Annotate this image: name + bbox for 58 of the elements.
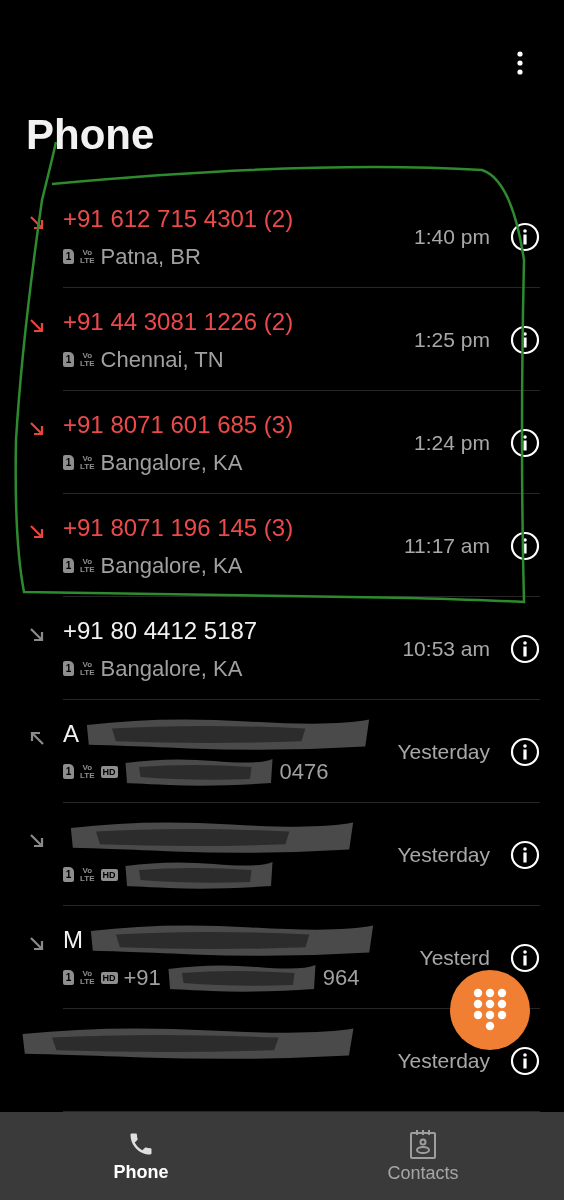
contacts-icon xyxy=(409,1128,437,1159)
hd-badge: HD xyxy=(100,971,118,984)
number-fragment: 964 xyxy=(322,964,360,991)
info-icon[interactable] xyxy=(510,1045,540,1076)
info-icon[interactable] xyxy=(510,633,540,664)
caller-location: Bangalore, KA xyxy=(100,449,243,476)
volte-label: Vo LTE xyxy=(80,660,95,677)
call-time: 11:17 am xyxy=(404,533,490,558)
info-icon[interactable] xyxy=(510,942,540,973)
caller-number: +91 8071 601 685 (3) xyxy=(63,410,294,439)
sim-badge: 1 xyxy=(63,249,74,264)
caller-number: +91 612 715 4301 (2) xyxy=(63,204,294,233)
caller-number: +91 8071 196 145 (3) xyxy=(63,513,294,542)
sim-badge: 1 xyxy=(63,970,74,985)
call-time: Yesterday xyxy=(397,739,490,764)
volte-label: Vo LTE xyxy=(80,248,95,265)
hd-badge: HD xyxy=(100,765,118,778)
dialpad-icon xyxy=(473,988,507,1032)
volte-label: Vo LTE xyxy=(80,866,95,883)
info-icon[interactable] xyxy=(510,221,540,252)
info-icon[interactable] xyxy=(510,427,540,458)
nav-tab[interactable]: Contacts xyxy=(282,1112,564,1200)
caller-location: Chennai, TN xyxy=(100,346,224,373)
call-time: 1:40 pm xyxy=(414,224,490,249)
volte-label: Vo LTE xyxy=(80,763,95,780)
call-time: 10:53 am xyxy=(402,636,490,661)
page-title: Phone xyxy=(25,110,156,160)
sim-badge: 1 xyxy=(63,764,74,779)
volte-label: Vo LTE xyxy=(80,969,95,986)
caller-location: Bangalore, KA xyxy=(100,552,243,579)
more-options-icon[interactable] xyxy=(516,51,524,75)
sim-badge: 1 xyxy=(63,867,74,882)
sim-badge: 1 xyxy=(63,558,74,573)
sim-badge: 1 xyxy=(63,661,74,676)
caller-number: M xyxy=(63,925,83,954)
sim-badge: 1 xyxy=(63,455,74,470)
number-fragment: 0476 xyxy=(279,758,329,785)
caller-number: +91 44 3081 1226 (2) xyxy=(63,307,294,336)
call-time: 1:24 pm xyxy=(414,430,490,455)
info-icon[interactable] xyxy=(510,839,540,870)
caller-location: Patna, BR xyxy=(100,243,201,270)
nav-tab[interactable]: Phone xyxy=(0,1112,282,1200)
hd-badge: HD xyxy=(100,868,118,881)
volte-label: Vo LTE xyxy=(80,454,95,471)
info-icon[interactable] xyxy=(510,530,540,561)
info-icon[interactable] xyxy=(510,736,540,767)
call-time: Yesterday xyxy=(397,842,490,867)
call-time: 1:25 pm xyxy=(414,327,490,352)
caller-number: A xyxy=(63,719,79,748)
sim-badge: 1 xyxy=(63,352,74,367)
caller-location: Bangalore, KA xyxy=(100,655,243,682)
volte-label: Vo LTE xyxy=(80,557,95,574)
info-icon[interactable] xyxy=(510,324,540,355)
volte-label: Vo LTE xyxy=(80,351,95,368)
call-time: Yesterd xyxy=(419,945,490,970)
number-fragment: +91 xyxy=(123,964,161,991)
call-time: Yesterday xyxy=(397,1048,490,1073)
caller-number: +91 80 4412 5187 xyxy=(63,616,258,645)
